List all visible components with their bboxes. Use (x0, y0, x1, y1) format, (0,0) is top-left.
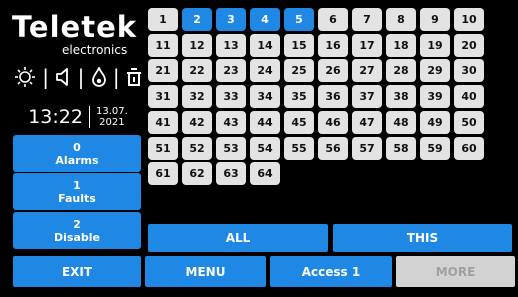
menu-button[interactable]: MENU (145, 256, 266, 287)
clock-divider (88, 106, 90, 128)
zone-button-41[interactable]: 41 (148, 110, 178, 134)
zone-button-56[interactable]: 56 (318, 136, 348, 160)
faults-button[interactable]: 1 Faults (13, 173, 141, 210)
status-icons: | | | (14, 66, 142, 88)
sun-icon (14, 66, 36, 88)
zone-button-24[interactable]: 24 (250, 59, 280, 83)
zone-button-60[interactable]: 60 (454, 136, 484, 160)
relay-icon (126, 67, 142, 87)
date-year: 2021 (99, 117, 125, 128)
zone-button-30[interactable]: 30 (454, 59, 484, 83)
faults-label: Faults (58, 191, 96, 205)
zone-button-33[interactable]: 33 (216, 85, 246, 109)
zone-button-10[interactable]: 10 (454, 8, 484, 31)
this-button[interactable]: THIS (333, 224, 512, 252)
zone-button-57[interactable]: 57 (352, 136, 382, 160)
all-button[interactable]: ALL (148, 224, 328, 252)
zone-button-22[interactable]: 22 (182, 59, 212, 83)
zone-button-12[interactable]: 12 (182, 33, 212, 57)
disable-label: Disable (54, 230, 100, 244)
zone-button-18[interactable]: 18 (386, 33, 416, 57)
zone-button-11[interactable]: 11 (148, 33, 178, 57)
separator: | (42, 65, 50, 89)
zone-button-25[interactable]: 25 (284, 59, 314, 83)
zone-button-31[interactable]: 31 (148, 85, 178, 109)
zone-button-49[interactable]: 49 (420, 110, 450, 134)
zone-button-1[interactable]: 1 (148, 8, 178, 31)
zone-button-7[interactable]: 7 (352, 8, 382, 31)
zone-button-34[interactable]: 34 (250, 85, 280, 109)
exit-button[interactable]: EXIT (13, 256, 141, 287)
zone-button-35[interactable]: 35 (284, 85, 314, 109)
zone-button-51[interactable]: 51 (148, 136, 178, 160)
zone-button-23[interactable]: 23 (216, 59, 246, 83)
zone-button-46[interactable]: 46 (318, 110, 348, 134)
zone-button-21[interactable]: 21 (148, 59, 178, 83)
panel-screen: Teletek electronics | | | 13:22 13.07. 2… (0, 0, 518, 297)
flame-icon (91, 67, 107, 87)
date-display: 13.07. 2021 (96, 106, 128, 128)
zone-button-27[interactable]: 27 (352, 59, 382, 83)
zone-button-64[interactable]: 64 (250, 162, 280, 186)
zone-button-16[interactable]: 16 (318, 33, 348, 57)
zone-button-13[interactable]: 13 (216, 33, 246, 57)
more-button[interactable]: MORE (396, 256, 515, 287)
date-day-month: 13.07. (95, 106, 128, 117)
zone-button-5[interactable]: 5 (284, 8, 314, 31)
zone-button-19[interactable]: 19 (420, 33, 450, 57)
alarms-label: Alarms (55, 153, 99, 167)
clock-display: 13:22 13.07. 2021 (12, 100, 144, 134)
zone-button-45[interactable]: 45 (284, 110, 314, 134)
zone-button-29[interactable]: 29 (420, 59, 450, 83)
zone-button-40[interactable]: 40 (454, 85, 484, 109)
zone-button-3[interactable]: 3 (216, 8, 246, 31)
zone-button-54[interactable]: 54 (250, 136, 280, 160)
access-level-button[interactable]: Access 1 (270, 256, 392, 287)
zone-button-36[interactable]: 36 (318, 85, 348, 109)
zone-button-37[interactable]: 37 (352, 85, 382, 109)
brand-subtitle: electronics (62, 43, 128, 57)
zone-button-52[interactable]: 52 (182, 136, 212, 160)
zone-button-17[interactable]: 17 (352, 33, 382, 57)
zone-button-32[interactable]: 32 (182, 85, 212, 109)
separator: | (112, 65, 120, 89)
brand-name: Teletek (12, 10, 138, 44)
zone-button-39[interactable]: 39 (420, 85, 450, 109)
zone-button-63[interactable]: 63 (216, 162, 246, 186)
zone-button-15[interactable]: 15 (284, 33, 314, 57)
zone-button-38[interactable]: 38 (386, 85, 416, 109)
zone-button-58[interactable]: 58 (386, 136, 416, 160)
separator: | (77, 65, 85, 89)
zone-button-2[interactable]: 2 (182, 8, 212, 31)
alarms-button[interactable]: 0 Alarms (13, 135, 141, 172)
zone-button-42[interactable]: 42 (182, 110, 212, 134)
brand-logo: Teletek electronics (12, 10, 144, 57)
zone-button-14[interactable]: 14 (250, 33, 280, 57)
zone-button-53[interactable]: 53 (216, 136, 246, 160)
zone-button-44[interactable]: 44 (250, 110, 280, 134)
zone-button-55[interactable]: 55 (284, 136, 314, 160)
zone-button-4[interactable]: 4 (250, 8, 280, 31)
zone-button-61[interactable]: 61 (148, 162, 178, 186)
zone-button-9[interactable]: 9 (420, 8, 450, 31)
alarms-count: 0 (73, 140, 81, 154)
faults-count: 1 (73, 178, 81, 192)
zone-button-8[interactable]: 8 (386, 8, 416, 31)
time-display: 13:22 (28, 106, 83, 128)
speaker-icon (55, 67, 71, 87)
zone-button-59[interactable]: 59 (420, 136, 450, 160)
disable-button[interactable]: 2 Disable (13, 212, 141, 249)
zone-button-43[interactable]: 43 (216, 110, 246, 134)
disable-count: 2 (73, 217, 81, 231)
zone-button-28[interactable]: 28 (386, 59, 416, 83)
zone-button-6[interactable]: 6 (318, 8, 348, 31)
zone-button-20[interactable]: 20 (454, 33, 484, 57)
zone-button-26[interactable]: 26 (318, 59, 348, 83)
zone-button-62[interactable]: 62 (182, 162, 212, 186)
zone-button-47[interactable]: 47 (352, 110, 382, 134)
zone-button-48[interactable]: 48 (386, 110, 416, 134)
zone-button-50[interactable]: 50 (454, 110, 484, 134)
